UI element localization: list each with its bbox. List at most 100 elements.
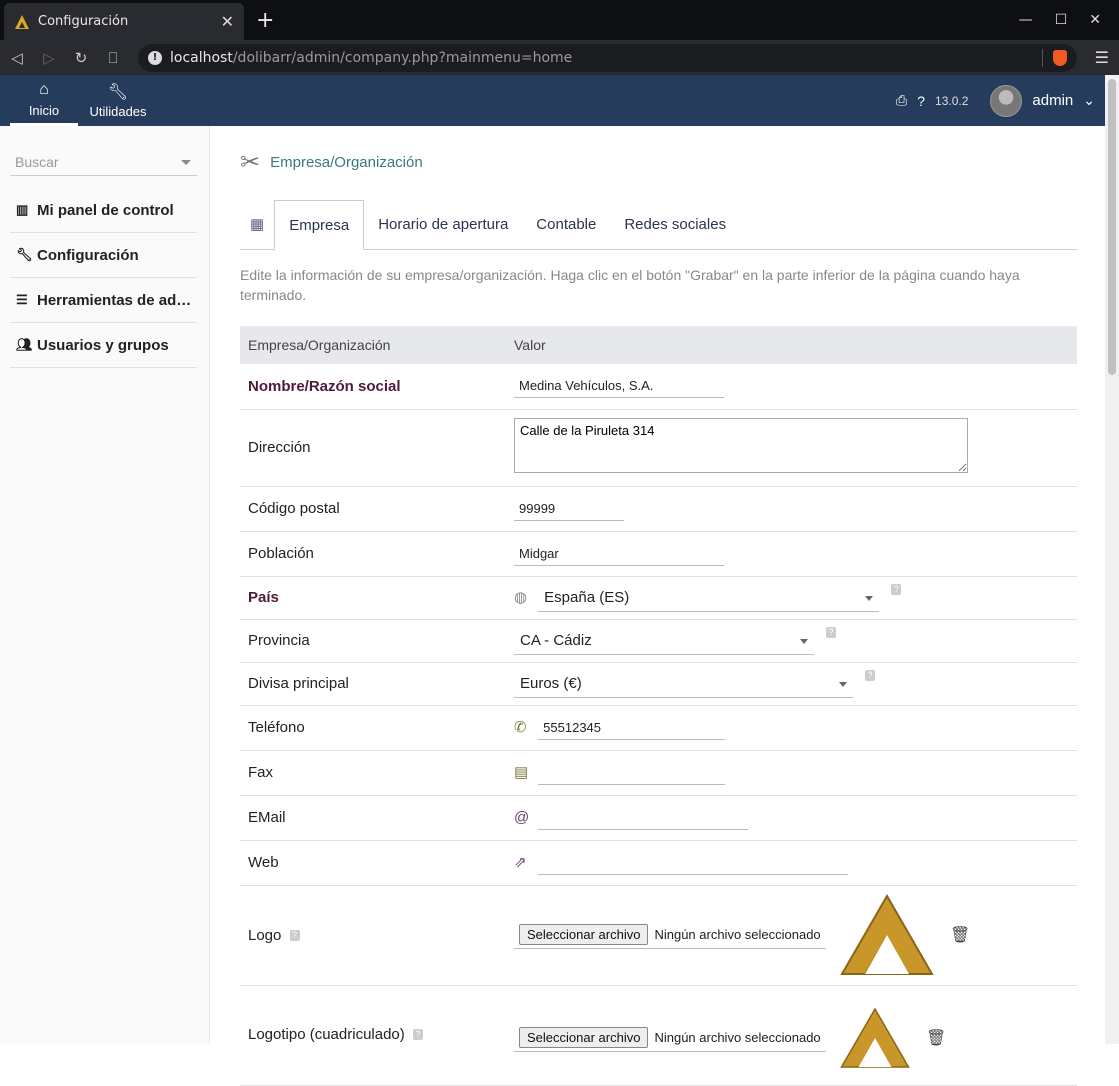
trash-icon[interactable]: 🗑︎ [950,927,970,944]
table-row: Provincia CA - Cádiz ? [240,619,1077,663]
window-close-icon[interactable]: ✕ [1089,12,1101,28]
omnibox-divider [1041,48,1043,67]
table-row: País ◍ España (ES) ? [240,576,1077,620]
field-label: Fax [240,750,506,796]
field-cell: ▤ [506,750,1077,796]
top-menu-tools[interactable]: 🔧︎ Utilidades [78,75,158,126]
search-dropdown-icon[interactable] [181,160,191,165]
sidebar-item-dashboard[interactable]: ▥ Mi panel de control [10,188,197,233]
fax-icon: ▤ [514,763,529,781]
help-icon[interactable]: ? [826,626,837,638]
dolibarr-favicon-icon [15,14,29,29]
choose-file-button[interactable]: Seleccionar archivo [519,1026,649,1048]
country-select[interactable]: España (ES) [538,584,880,612]
company-form-table: Empresa/Organización Valor Nombre/Razón … [240,326,1077,1086]
choose-file-button[interactable]: Seleccionar archivo [519,923,649,945]
email-field[interactable] [538,805,749,830]
help-icon[interactable]: ? [289,930,300,942]
sidebar-nav: ▥ Mi panel de control 🔧︎ Configuración ☰… [10,188,197,368]
reload-icon[interactable]: ↻ [74,49,88,67]
phone-icon: ✆ [514,718,527,736]
tab-opening-hours[interactable]: Horario de apertura [364,199,522,249]
field-cell: Euros (€) ? [506,662,1077,706]
field-label: Logotipo (cuadriculado) [248,1025,405,1043]
field-cell: ◍ España (ES) ? [506,576,1077,620]
browser-toolbar: ◁ ▷ ↻ ⎕ ! localhost /dolibarr/admin/comp… [0,40,1119,75]
globe-icon: ◍ [514,588,528,606]
help-icon[interactable]: ? [917,93,925,109]
avatar[interactable] [990,84,1023,117]
sidebar-item-label: Configuración [37,246,139,264]
version-label: 13.0.2 [935,93,969,108]
back-icon[interactable]: ◁ [10,49,24,67]
field-label: Nombre/Razón social [240,364,506,410]
field-label: Provincia [240,619,506,663]
field-label: Población [240,531,506,577]
help-icon[interactable]: ? [865,669,876,681]
field-label: Dirección [240,409,506,487]
search-placeholder: Buscar [15,154,59,170]
browser-tab[interactable]: Configuración ✕ [4,3,244,40]
top-menu-home-label: Inicio [28,102,60,118]
address-field[interactable]: Calle de la Piruleta 314 [514,418,968,473]
top-menu: ⌂ Inicio 🔧︎ Utilidades [10,75,158,126]
brave-shield-icon[interactable] [1052,49,1067,66]
sidebar-item-setup[interactable]: 🔧︎ Configuración [10,233,197,278]
tab-bar: ▦ Empresa Horario de apertura Contable R… [240,200,1077,250]
fax-field[interactable] [538,760,726,785]
chevron-down-icon [865,595,874,601]
top-menu-home[interactable]: ⌂ Inicio [10,75,78,126]
page-scrollbar[interactable] [1105,75,1119,1044]
maximize-icon[interactable]: ☐ [1055,12,1068,28]
browser-tab-strip: Configuración ✕ + — ☐ ✕ [0,0,1119,40]
chart-icon: ▥ [16,202,29,217]
url-path: /dolibarr/admin/company.php?mainmenu=hom… [232,49,573,66]
state-select[interactable]: CA - Cádiz [514,627,814,655]
sidebar-item-label: Herramientas de ad… [37,291,192,309]
chevron-down-icon[interactable]: ⌄ [1083,92,1095,109]
scrollbar-thumb[interactable] [1108,79,1116,375]
print-icon[interactable]: ⎙ [896,92,907,109]
company-name-field[interactable] [514,374,724,399]
sidebar-item-admin-tools[interactable]: ☰ Herramientas de ad… [10,278,197,323]
sidebar-item-label: Mi panel de control [37,201,174,219]
town-field[interactable] [514,541,724,566]
logo-file-input[interactable]: Seleccionar archivo Ningún archivo selec… [514,921,826,949]
tab-social-networks[interactable]: Redes sociales [610,199,740,249]
tab-accounting[interactable]: Contable [522,199,610,249]
browser-menu-icon[interactable]: ☰ [1095,48,1109,67]
minimize-icon[interactable]: — [1019,12,1033,28]
window-controls: — ☐ ✕ [1019,0,1119,40]
address-bar[interactable]: ! localhost /dolibarr/admin/company.php?… [138,43,1077,72]
field-label: Web [240,840,506,886]
field-label-cell: Logo ? [240,885,506,986]
help-icon[interactable]: ? [412,1029,423,1041]
triforce-logo-squared-image [840,1006,910,1068]
server-icon: ☰ [16,292,28,307]
help-icon[interactable]: ? [891,583,902,595]
state-select-value: CA - Cádiz [520,631,592,649]
table-row: Dirección Calle de la Piruleta 314 [240,409,1077,487]
sidebar-item-label: Usuarios y grupos [37,336,169,354]
logo-squared-file-input[interactable]: Seleccionar archivo Ningún archivo selec… [514,1024,826,1052]
field-cell: Seleccionar archivo Ningún archivo selec… [506,885,1077,986]
tools-icon: ✂ [240,149,261,176]
currency-select[interactable]: Euros (€) [514,670,853,698]
field-label: Teléfono [240,705,506,751]
forward-icon[interactable]: ▷ [42,49,56,67]
zip-field[interactable] [514,496,624,521]
field-label: EMail [240,795,506,841]
field-cell: Seleccionar archivo Ningún archivo selec… [506,985,1077,1086]
web-field[interactable] [538,850,849,875]
tab-company[interactable]: Empresa [274,200,365,250]
tab-close-icon[interactable]: ✕ [221,12,234,31]
site-info-icon[interactable]: ! [148,50,162,65]
building-icon: ▦ [250,216,265,233]
url-host: localhost [170,49,233,66]
search-input[interactable]: Buscar [10,150,197,176]
new-tab-button[interactable]: + [256,8,274,33]
user-name[interactable]: admin [1032,92,1073,109]
phone-field[interactable] [538,715,726,740]
bookmark-icon[interactable]: ⎕ [106,49,120,67]
sidebar-item-users[interactable]: 👥︎ Usuarios y grupos [10,323,197,368]
